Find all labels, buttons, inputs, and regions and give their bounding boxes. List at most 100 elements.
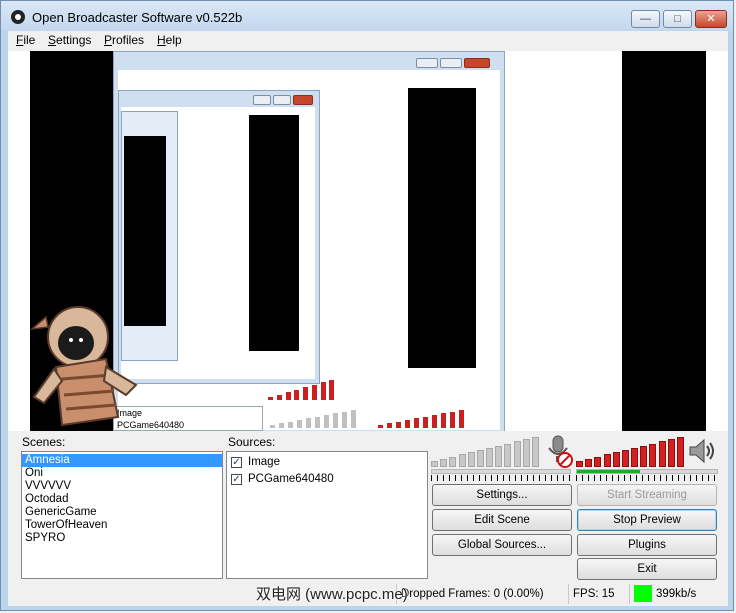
title-bar[interactable]: Open Broadcaster Software v0.522b — □ ✕ xyxy=(1,1,733,31)
scenes-list[interactable]: Amnesia Oni VVVVVV Octodad GenericGame T… xyxy=(21,451,223,579)
scenes-label: Scenes: xyxy=(22,435,66,449)
mini-meter-segment xyxy=(414,418,419,428)
microphone-muted-icon[interactable] xyxy=(544,434,574,468)
window-title: Open Broadcaster Software v0.522b xyxy=(32,10,243,25)
stream-health-indicator xyxy=(634,585,652,603)
nested-client-1 xyxy=(118,70,500,430)
close-button[interactable]: ✕ xyxy=(695,10,727,28)
maximize-button[interactable]: □ xyxy=(663,10,692,28)
menu-file[interactable]: File xyxy=(16,33,35,47)
meter-segment xyxy=(676,437,684,467)
mini-meter-segment xyxy=(423,417,428,428)
minimize-button[interactable]: — xyxy=(631,10,660,28)
meter-segment xyxy=(449,457,457,467)
global-sources-button[interactable]: Global Sources... xyxy=(432,534,572,556)
mini-meter-segment xyxy=(270,425,275,428)
mini-meter-segment xyxy=(303,387,308,400)
meter-segment xyxy=(594,457,602,467)
nested-client-2 xyxy=(121,107,315,379)
preview-pane[interactable]: Image PCGame640480 xyxy=(8,51,728,431)
source-item[interactable]: ✓ PCGame640480 xyxy=(227,471,427,488)
menu-profiles[interactable]: Profiles xyxy=(104,33,144,47)
meter-segment xyxy=(495,446,503,467)
nested-desktop-meter-1 xyxy=(270,410,360,428)
desktop-level-ticks xyxy=(576,475,718,481)
meter-segment xyxy=(576,461,583,467)
nested-obs-window-1 xyxy=(113,51,505,431)
meter-segment xyxy=(431,461,438,467)
plugins-button[interactable]: Plugins xyxy=(577,534,717,556)
exit-button[interactable]: Exit xyxy=(577,558,717,580)
mini-meter-segment xyxy=(405,420,410,428)
mini-meter-segment xyxy=(342,412,347,428)
mini-meter-segment xyxy=(276,395,282,400)
desktop-level-slider[interactable] xyxy=(576,469,718,474)
watermark-text: 双电网 (www.pcpc.me) xyxy=(256,586,408,603)
mini-meter-segment xyxy=(450,412,455,428)
mini-meter-segment xyxy=(396,422,401,428)
meter-segment xyxy=(440,459,448,467)
meter-segment xyxy=(603,454,611,467)
source-checkbox[interactable]: ✓ xyxy=(231,474,242,485)
status-bar: Dropped Frames: 0 (0.00%) FPS: 15 399kb/… xyxy=(8,581,728,606)
mini-meter-segment xyxy=(329,380,335,400)
source-item[interactable]: ✓ Image xyxy=(227,454,427,471)
nested-desktop-meter-2 xyxy=(378,410,468,428)
mini-meter-segment xyxy=(432,415,437,428)
mini-meter-segment xyxy=(378,425,383,428)
mini-meter-segment xyxy=(387,423,392,428)
scene-item[interactable]: SPYRO xyxy=(22,532,222,545)
mini-meter-segment xyxy=(324,415,329,428)
mini-meter-segment xyxy=(268,397,273,400)
mini-meter-segment xyxy=(279,423,284,428)
menu-help[interactable]: Help xyxy=(157,33,182,47)
speaker-icon[interactable] xyxy=(686,435,718,467)
mini-meter-segment xyxy=(333,413,338,428)
mini-meter-segment xyxy=(288,422,293,428)
meter-segment xyxy=(513,441,521,467)
meter-segment xyxy=(631,448,638,467)
nested-letterbox xyxy=(408,88,476,368)
start-streaming-button[interactable]: Start Streaming xyxy=(577,484,717,506)
meter-segment xyxy=(649,444,657,467)
desktop-level-fill xyxy=(577,470,640,473)
settings-button[interactable]: Settings... xyxy=(432,484,572,506)
mini-meter-segment xyxy=(315,417,320,428)
mini-meter-segment xyxy=(441,413,446,428)
scene-item[interactable]: Octodad xyxy=(22,493,222,506)
source-name: Image xyxy=(248,456,280,468)
dropped-frames-status: Dropped Frames: 0 (0.00%) xyxy=(396,584,566,604)
obs-window: Open Broadcaster Software v0.522b — □ ✕ … xyxy=(0,0,734,611)
character-image-source xyxy=(29,306,138,427)
sources-list[interactable]: ✓ Image ✓ PCGame640480 xyxy=(226,451,428,579)
meter-segment xyxy=(486,448,493,467)
mini-meter-segment xyxy=(351,410,356,428)
nested-obs-window-2 xyxy=(118,90,320,384)
nested-mic-meter xyxy=(268,380,338,400)
scene-item[interactable]: GenericGame xyxy=(22,506,222,519)
obs-logo-icon xyxy=(11,10,25,24)
source-checkbox[interactable]: ✓ xyxy=(231,457,242,468)
nested-letterbox-2 xyxy=(249,115,299,351)
meter-segment xyxy=(522,439,530,467)
menu-bar: File Settings Profiles Help xyxy=(8,31,728,51)
mini-meter-segment xyxy=(320,382,326,400)
meter-segment xyxy=(585,459,593,467)
meter-segment xyxy=(667,439,675,467)
scene-item[interactable]: TowerOfHeaven xyxy=(22,519,222,532)
fps-status: FPS: 15 xyxy=(568,584,628,604)
preview-letterbox-right xyxy=(622,51,706,431)
scene-item[interactable]: Oni xyxy=(22,467,222,480)
microphone-volume-meter[interactable] xyxy=(431,437,541,467)
meter-segment xyxy=(504,444,512,467)
menu-settings[interactable]: Settings xyxy=(48,33,91,47)
stop-preview-button[interactable]: Stop Preview xyxy=(577,509,717,531)
scene-item[interactable]: VVVVVV xyxy=(22,480,222,493)
edit-scene-button[interactable]: Edit Scene xyxy=(432,509,572,531)
scene-item[interactable]: Amnesia xyxy=(22,454,222,467)
meter-segment xyxy=(621,450,629,467)
desktop-volume-meter[interactable] xyxy=(576,437,686,467)
microphone-level-ticks xyxy=(431,475,571,481)
meter-segment xyxy=(640,446,648,467)
microphone-level-slider[interactable] xyxy=(431,469,571,474)
